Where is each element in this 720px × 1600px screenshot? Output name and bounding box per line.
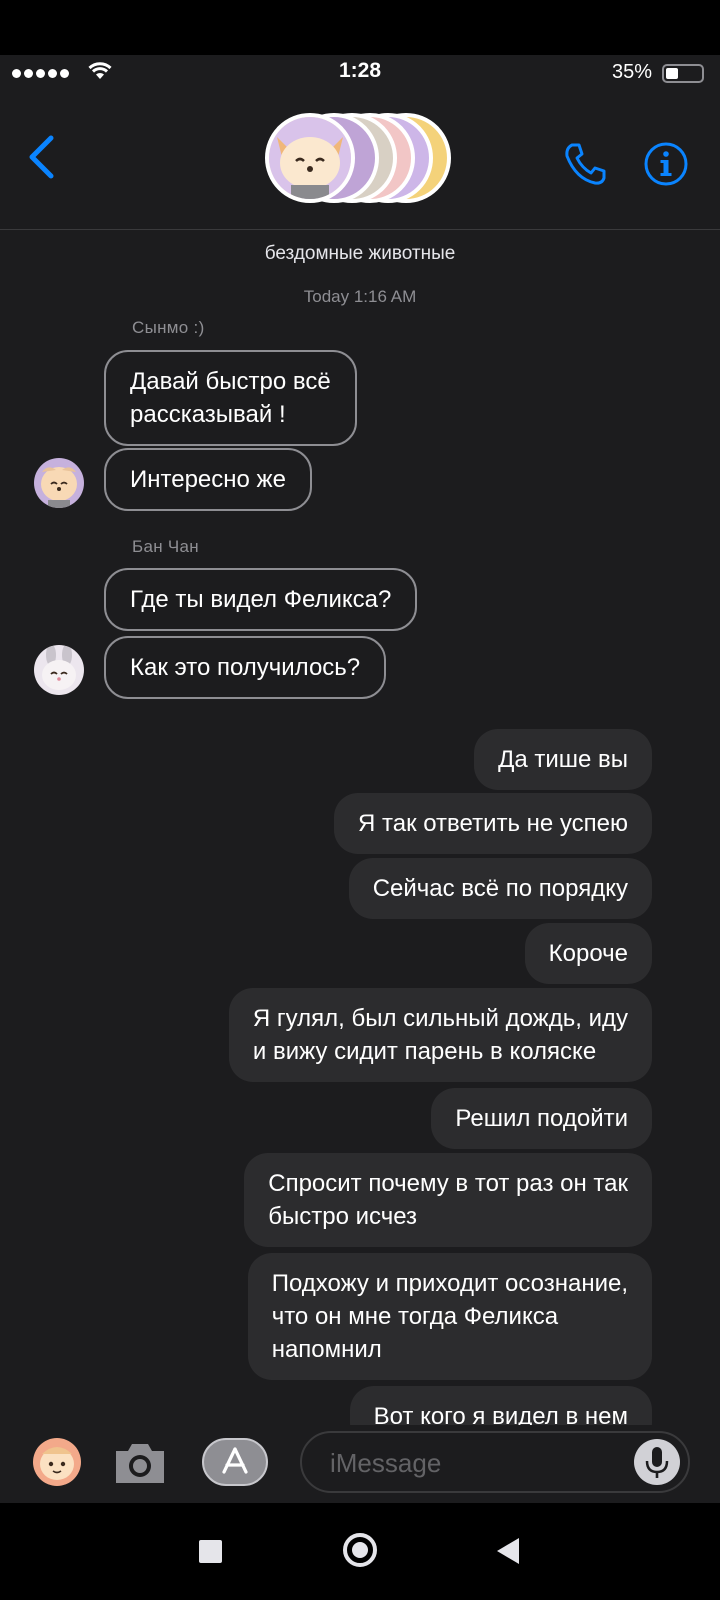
incoming-message[interactable]: Давай быстро всё рассказывай ! (104, 350, 357, 446)
outgoing-message[interactable]: Решил подойти (431, 1088, 652, 1149)
memoji-icon (33, 1438, 81, 1486)
app-store-icon (222, 1447, 248, 1474)
camera-icon[interactable] (112, 1439, 168, 1485)
back-button[interactable] (497, 1538, 519, 1564)
outgoing-message[interactable]: Спросит почему в тот раз он так быстро и… (244, 1153, 652, 1247)
thread-timestamp: Today 1:16 AM (303, 287, 417, 306)
recent-apps-button[interactable] (199, 1540, 222, 1563)
outgoing-message[interactable]: Я гулял, был сильный дождь, иду и вижу с… (228, 988, 652, 1082)
conversation-title: бездомные животные (264, 243, 456, 264)
phone-icon[interactable] (562, 141, 608, 187)
sender-name: Бан Чан (132, 537, 199, 556)
avatar[interactable] (34, 645, 84, 695)
battery-icon (662, 64, 704, 83)
app-store-button[interactable] (202, 1438, 268, 1486)
chevron-left-icon[interactable] (26, 135, 56, 179)
imessage-placeholder: iMessage (330, 1448, 442, 1478)
conversation-header: бездомные животные (0, 85, 720, 264)
sender-name: Сынмо :) (132, 318, 205, 337)
home-button[interactable] (343, 1533, 377, 1567)
battery-percentage: 35% (611, 61, 652, 83)
imessage-input[interactable]: iMessage (300, 1431, 690, 1493)
outgoing-message[interactable]: Подхожу и приходит осознание, что он мне… (247, 1253, 652, 1380)
fox-character-icon (269, 117, 351, 199)
incoming-message[interactable]: Интересно же (104, 448, 312, 511)
outgoing-message[interactable]: Да тише вы (474, 729, 652, 790)
incoming-message[interactable]: Где ты видел Феликса? (104, 568, 418, 631)
group-avatars[interactable] (265, 113, 455, 203)
member-avatar (265, 113, 355, 203)
messages-screen: 1:28 35% бездомные животные Today 1:16 A… (0, 55, 720, 1503)
outgoing-message[interactable]: Я так ответить не успею (334, 793, 652, 854)
info-icon[interactable] (643, 141, 689, 187)
outgoing-message[interactable]: Сейчас всё по порядку (348, 858, 652, 919)
microphone-button[interactable] (634, 1439, 680, 1485)
avatar[interactable] (34, 458, 84, 508)
memoji-avatar[interactable] (33, 1438, 81, 1486)
rabbit-character-icon (34, 645, 84, 695)
dog-character-icon (34, 458, 84, 508)
microphone-icon (645, 1447, 669, 1478)
message-composer: iMessage (0, 1425, 720, 1503)
system-navigation-bar (0, 1503, 720, 1600)
outgoing-message[interactable]: Короче (524, 923, 652, 984)
incoming-message[interactable]: Как это получилось? (104, 636, 387, 699)
